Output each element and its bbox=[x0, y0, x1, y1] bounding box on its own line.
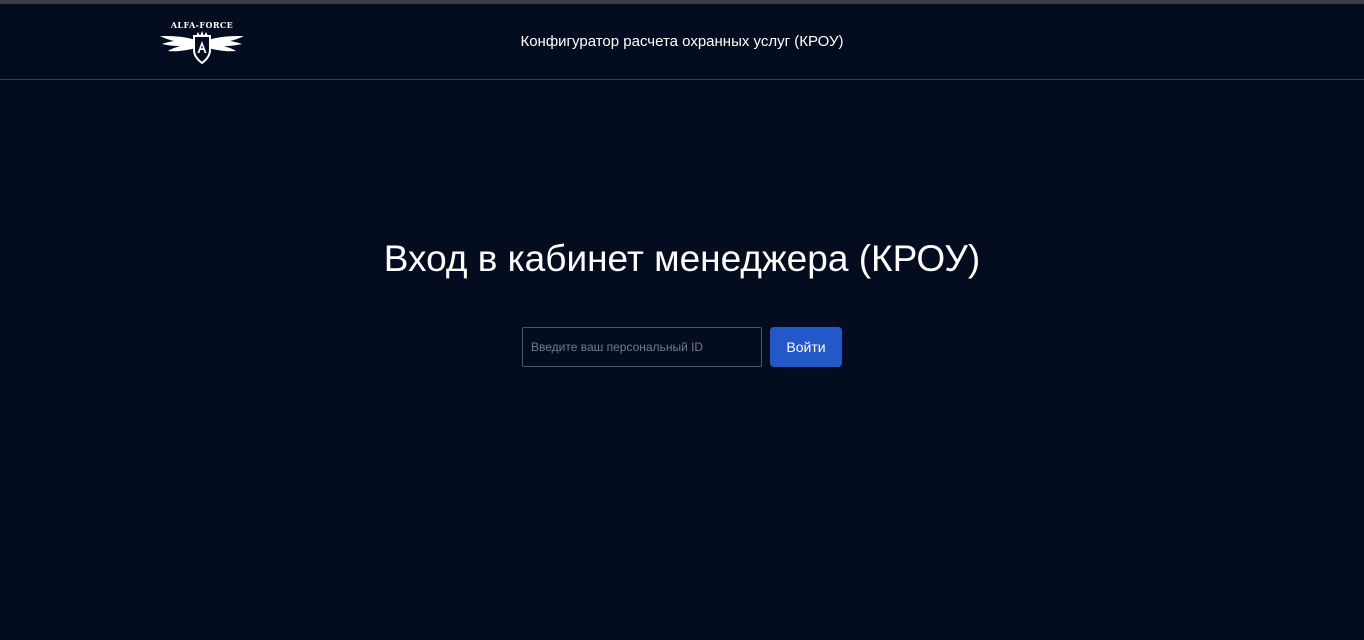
page-header: ALFA-FORCE Конфигуратор расчета охранных… bbox=[0, 4, 1364, 80]
login-button[interactable]: Войти bbox=[770, 327, 842, 367]
header-title: Конфигуратор расчета охранных услуг (КРО… bbox=[520, 33, 844, 50]
page-title: Вход в кабинет менеджера (КРОУ) bbox=[383, 238, 981, 279]
login-form: Войти bbox=[522, 327, 842, 367]
personal-id-input[interactable] bbox=[522, 327, 762, 367]
